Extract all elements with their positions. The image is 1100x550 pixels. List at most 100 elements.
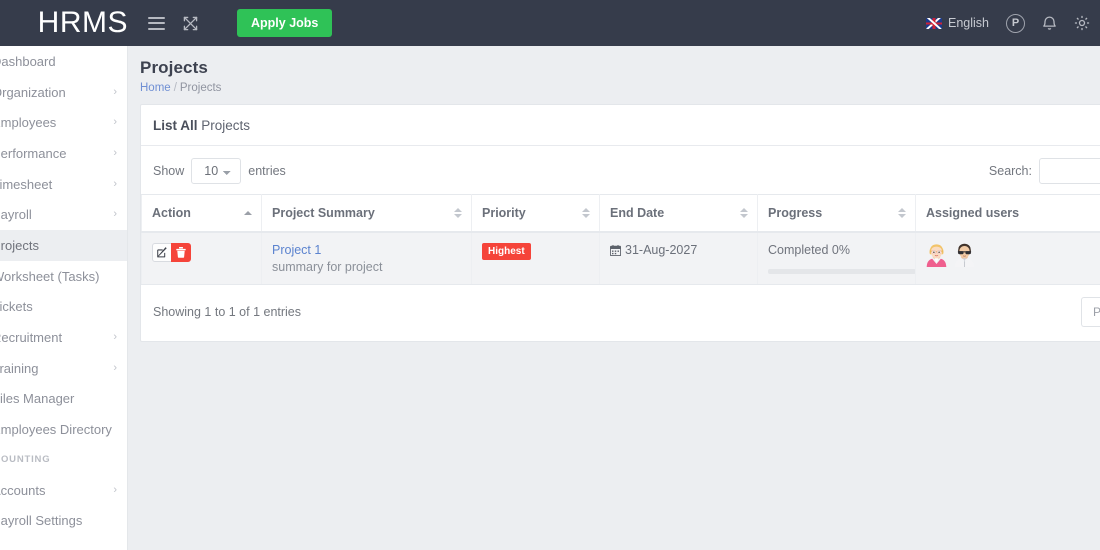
entries-select[interactable]: 10 xyxy=(191,158,242,184)
progress-bar xyxy=(768,269,916,274)
breadcrumb-current: Projects xyxy=(179,82,222,94)
column-header-action[interactable]: Action xyxy=(141,194,262,233)
sort-ascending-icon[interactable] xyxy=(244,211,252,215)
language-label: English xyxy=(948,16,989,30)
page-title: Projects xyxy=(140,58,208,77)
column-label: Project Summary xyxy=(272,206,375,220)
sidebar-item-payroll[interactable]: Payroll › xyxy=(0,199,127,230)
project-name-link[interactable]: Project 1 xyxy=(272,243,461,257)
expand-icon[interactable] xyxy=(183,16,198,31)
end-date-value: 31-Aug-2027 xyxy=(625,243,698,257)
cell-action xyxy=(141,232,262,285)
sort-icon[interactable] xyxy=(454,208,462,218)
entries-control: Show 10 entries xyxy=(153,158,286,184)
uk-flag-icon xyxy=(926,17,942,29)
status-badge: Highest xyxy=(482,243,531,260)
card-header: List All Projects + Add New xyxy=(141,105,1100,146)
sidebar-item-organization[interactable]: Organization › xyxy=(0,77,127,108)
sort-icon[interactable] xyxy=(582,208,590,218)
table-row: Project 1 summary for project Highest 31… xyxy=(141,232,1100,285)
sidebar-item-label: Files Manager xyxy=(0,391,75,407)
gear-icon[interactable] xyxy=(1074,15,1090,31)
sidebar-item-label: Training xyxy=(0,360,39,376)
trash-icon[interactable] xyxy=(171,243,191,262)
sidebar-item-label: Employees Directory xyxy=(0,422,112,438)
column-header-progress[interactable]: Progress xyxy=(757,194,916,233)
sidebar-item-accounts[interactable]: Accounts › xyxy=(0,475,127,506)
sidebar-item-label: Tickets xyxy=(0,299,33,315)
card-title: List All Projects xyxy=(153,118,250,133)
end-date-value-wrap: 31-Aug-2027 xyxy=(610,243,747,257)
card-title-bold: List All xyxy=(153,117,198,133)
sidebar-item-label: Recruitment xyxy=(0,330,63,346)
sidebar-item-recruitment[interactable]: Recruitment › xyxy=(0,322,127,353)
entries-info: Showing 1 to 1 of 1 entries xyxy=(153,305,302,319)
sidebar-item-performance[interactable]: Performance › xyxy=(0,138,127,169)
avatar-male-sunglasses[interactable] xyxy=(954,243,975,267)
chevron-right-icon: › xyxy=(113,85,117,98)
sidebar-item-training[interactable]: Training › xyxy=(0,353,127,384)
brand-logo[interactable]: HRMS xyxy=(0,0,128,46)
column-header-priority[interactable]: Priority xyxy=(471,194,600,233)
sidebar-item-label: Organization xyxy=(0,84,66,100)
chevron-right-icon: › xyxy=(113,208,117,221)
cell-priority: Highest xyxy=(471,232,600,285)
language-selector[interactable]: English xyxy=(926,16,989,30)
nav-icon-group: Apply Jobs xyxy=(148,9,333,37)
page-header: Projects Home / Projects xyxy=(128,46,1100,104)
cell-project-summary: Project 1 summary for project xyxy=(261,232,472,285)
column-label: Assigned users xyxy=(926,206,1020,220)
sidebar-item-employees-directory[interactable]: Employees Directory xyxy=(0,414,127,445)
sort-icon[interactable] xyxy=(898,208,906,218)
calendar-icon xyxy=(610,244,621,256)
search-control: Search: xyxy=(989,158,1100,184)
chevron-right-icon: › xyxy=(113,361,117,374)
sidebar-section-label: ACCOUNTING xyxy=(0,454,51,466)
action-button-group xyxy=(152,243,191,262)
search-input[interactable] xyxy=(1039,158,1100,184)
sidebar-item-dashboard[interactable]: Dashboard xyxy=(0,46,127,77)
card-title-rest: Projects xyxy=(201,117,251,133)
edit-pencil-icon[interactable] xyxy=(152,243,172,262)
hamburger-icon[interactable] xyxy=(148,16,165,30)
column-header-end-date[interactable]: End Date xyxy=(599,194,758,233)
sidebar-item-timesheet[interactable]: Timesheet › xyxy=(0,169,127,200)
sidebar-item-label: Employees xyxy=(0,115,57,131)
sidebar-item-employees[interactable]: Employees › xyxy=(0,107,127,138)
chevron-right-icon: › xyxy=(113,116,117,129)
sidebar-item-label: Payroll Settings xyxy=(0,513,83,529)
nav-right-group: English P xyxy=(926,13,1100,33)
project-summary-text: summary for project xyxy=(272,260,383,274)
table-toolbar: Show 10 entries Search: xyxy=(141,146,1100,194)
top-navigation-bar: HRMS Apply Jobs English P xyxy=(0,0,1100,46)
sidebar-item-label: Performance xyxy=(0,145,67,161)
profile-avatar[interactable]: P xyxy=(1006,13,1025,33)
column-header-assigned-users: Assigned users xyxy=(915,194,1100,233)
sidebar-item-files-manager[interactable]: Files Manager xyxy=(0,384,127,415)
sidebar-item-label: Payroll xyxy=(0,207,32,223)
apply-jobs-button[interactable]: Apply Jobs xyxy=(237,9,333,37)
sort-icon[interactable] xyxy=(740,208,748,218)
sidebar-item-payroll-settings[interactable]: Payroll Settings xyxy=(0,506,127,537)
bell-icon[interactable] xyxy=(1042,15,1057,31)
sidebar-item-projects[interactable]: Projects xyxy=(0,230,127,261)
sidebar-item-label: Worksheet (Tasks) xyxy=(0,268,100,284)
assigned-users-list xyxy=(926,243,1100,267)
table-body: Project 1 summary for project Highest 31… xyxy=(141,232,1100,285)
app-root: HRMS Apply Jobs English P ashboard rgani… xyxy=(0,0,1100,550)
show-label: Show xyxy=(153,164,185,178)
chevron-right-icon: › xyxy=(113,146,117,159)
breadcrumb-home-link[interactable]: Home xyxy=(140,82,171,94)
pagination-previous[interactable]: Previous xyxy=(1080,297,1100,327)
sidebar-section-accounting: ACCOUNTING xyxy=(0,445,127,475)
sidebar: Dashboard Organization › Employees › Per… xyxy=(0,46,128,550)
sidebar-item-worksheet[interactable]: Worksheet (Tasks) xyxy=(0,261,127,292)
search-label: Search: xyxy=(988,164,1032,178)
table-header: Action Project Summary Priority End Date… xyxy=(141,194,1100,233)
cell-end-date: 31-Aug-2027 xyxy=(599,232,758,285)
chevron-right-icon: › xyxy=(113,331,117,344)
column-header-project-summary[interactable]: Project Summary xyxy=(261,194,472,233)
entries-label: entries xyxy=(248,164,286,178)
avatar-female-blonde[interactable] xyxy=(926,243,947,267)
sidebar-item-tickets[interactable]: Tickets xyxy=(0,292,127,323)
